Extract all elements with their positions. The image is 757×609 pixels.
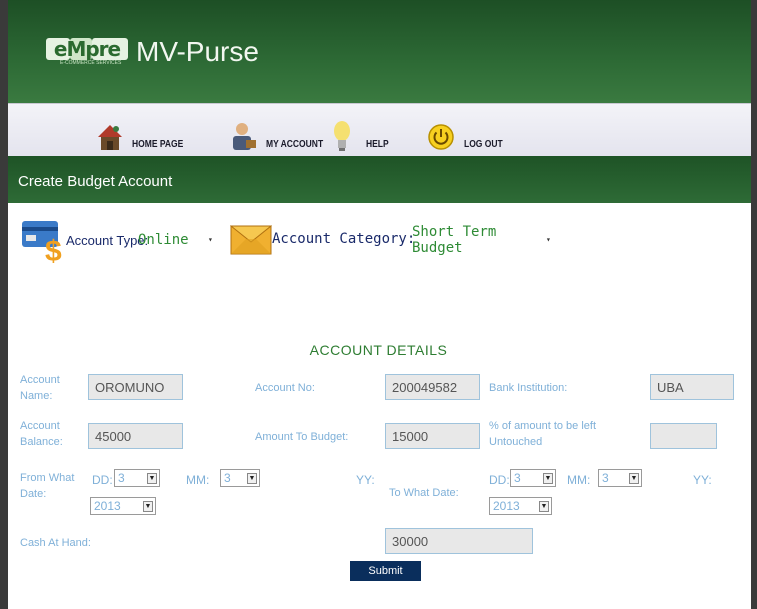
home-icon [96, 120, 124, 154]
page: eMpre E-COMMERCE SERVICES MV-Purse HOME … [0, 0, 757, 609]
cash-at-hand-field[interactable]: 30000 [385, 528, 533, 554]
chevron-down-icon: ▼ [543, 473, 553, 484]
account-category-select[interactable]: Short Term Budget ▾ [410, 224, 551, 256]
logo-subtext: E-COMMERCE SERVICES [60, 60, 122, 66]
account-category-label: Account Category: [272, 231, 416, 247]
account-type-select[interactable]: Online ▾ [136, 229, 216, 251]
chevron-down-icon: ▼ [143, 501, 153, 512]
to-dd-value: 3 [514, 471, 521, 485]
cash-at-hand-label: Cash At Hand: [20, 537, 91, 549]
account-details-title: ACCOUNT DETAILS [309, 342, 448, 358]
to-dd-select[interactable]: 3 ▼ [510, 469, 556, 487]
nav-bar: HOME PAGE MY ACCOUNT HELP LOG OUT [8, 103, 751, 156]
account-user-icon [230, 120, 258, 154]
from-date-label: From What Date: [20, 472, 75, 500]
card-money-icon: $ [21, 217, 63, 268]
section-header: Create Budget Account [8, 156, 751, 203]
nav-log-out[interactable]: LOG OUT [428, 110, 510, 154]
envelope-icon [229, 223, 273, 257]
from-dd-label: DD: [92, 473, 113, 487]
nav-home-label: HOME PAGE [132, 139, 184, 150]
power-icon [428, 120, 456, 154]
bank-institution-label: Bank Institution: [489, 382, 568, 394]
account-balance-field[interactable]: 45000 [88, 423, 183, 449]
amount-to-budget-label: Amount To Budget: [255, 431, 349, 443]
bank-institution-field[interactable]: UBA [650, 374, 734, 400]
chevron-down-icon: ▼ [247, 473, 257, 484]
account-no-field[interactable]: 200049582 [385, 374, 480, 400]
from-dd-select[interactable]: 3 ▼ [114, 469, 160, 487]
from-dd-value: 3 [118, 471, 125, 485]
to-dd-label: DD: [489, 473, 510, 487]
nav-my-account-label: MY ACCOUNT [266, 139, 324, 150]
empre-logo: eMpre E-COMMERCE SERVICES [46, 36, 128, 66]
from-yy-select[interactable]: 2013 ▼ [90, 497, 156, 515]
to-mm-value: 3 [602, 471, 609, 485]
account-type-row: $ Account Type: Online ▾ Account Categor… [8, 215, 751, 268]
header: eMpre E-COMMERCE SERVICES MV-Purse [8, 0, 751, 103]
window-border-right [751, 0, 757, 609]
logo-text: eMpre [53, 37, 121, 61]
to-mm-label: MM: [567, 473, 591, 487]
account-name-label: Account Name: [20, 374, 60, 402]
from-yy-label: YY: [356, 473, 375, 487]
window-border-left [0, 0, 8, 609]
nav-my-account[interactable]: MY ACCOUNT [230, 110, 333, 154]
section-title: Create Budget Account [18, 173, 173, 190]
chevron-down-icon: ▼ [629, 473, 639, 484]
account-no-label: Account No: [255, 382, 315, 394]
account-name-field[interactable]: OROMUNO [88, 374, 183, 400]
chevron-down-icon: ▾ [208, 235, 213, 244]
chevron-down-icon: ▾ [546, 235, 551, 244]
account-category-value: Short Term Budget [412, 224, 497, 256]
submit-button[interactable]: Submit [350, 561, 421, 581]
from-mm-label: MM: [186, 473, 210, 487]
chevron-down-icon: ▼ [147, 473, 157, 484]
to-mm-select[interactable]: 3 ▼ [598, 469, 642, 487]
nav-home[interactable]: HOME PAGE [96, 110, 192, 154]
amount-to-budget-field[interactable]: 15000 [385, 423, 480, 449]
svg-text:$: $ [45, 235, 62, 263]
nav-help-label: HELP [366, 139, 389, 150]
from-mm-value: 3 [224, 471, 231, 485]
nav-help[interactable]: HELP [330, 110, 393, 154]
account-type-value: Online [138, 232, 189, 248]
to-yy-value: 2013 [493, 499, 520, 513]
from-mm-select[interactable]: 3 ▼ [220, 469, 260, 487]
chevron-down-icon: ▼ [539, 501, 549, 512]
from-yy-value: 2013 [94, 499, 121, 513]
nav-log-out-label: LOG OUT [464, 139, 503, 150]
to-date-label: To What Date: [389, 487, 459, 499]
lightbulb-icon [330, 120, 358, 154]
account-balance-label: Account Balance: [20, 420, 63, 448]
amount-left-untouched-label: % of amount to be left Untouched [489, 420, 597, 448]
to-yy-label: YY: [693, 473, 712, 487]
amount-left-untouched-field[interactable] [650, 423, 717, 449]
to-yy-select[interactable]: 2013 ▼ [489, 497, 552, 515]
app-title: MV-Purse [136, 36, 259, 67]
